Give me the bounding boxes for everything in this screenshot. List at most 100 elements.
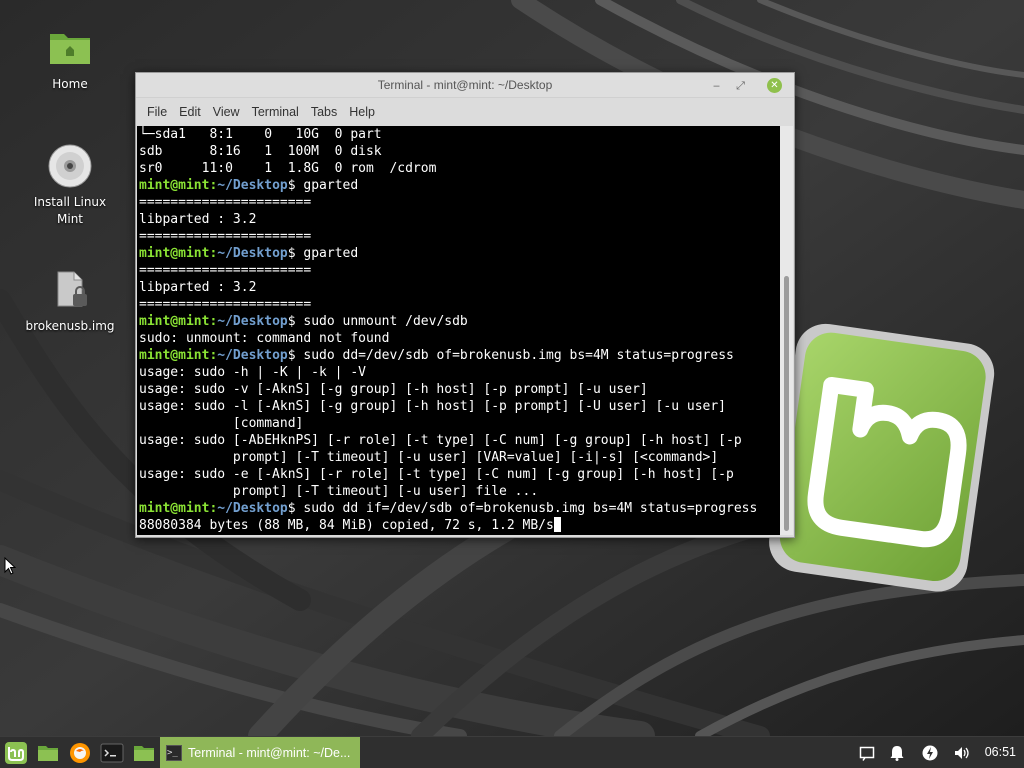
prompt-path: ~/Desktop [217,178,288,193]
terminal-command-line: mint@mint:~/Desktop$ sudo dd if=/dev/sdb… [139,500,778,517]
terminal-output-line: sdb 8:16 1 100M 0 disk [139,143,778,160]
prompt-path: ~/Desktop [217,501,288,516]
line-text: libparted : 3.2 [139,212,257,227]
terminal-command-line: mint@mint:~/Desktop$ sudo dd=/dev/sdb of… [139,347,778,364]
prompt-user: mint@mint [139,178,210,193]
terminal-icon[interactable] [100,741,124,765]
terminal-window[interactable]: Terminal - mint@mint: ~/Desktop ‒ ⤢ ✕ Fi… [135,72,795,538]
prompt-user: mint@mint [139,501,210,516]
menu-terminal[interactable]: Terminal [246,105,305,119]
firefox-icon[interactable] [68,741,92,765]
minimize-icon[interactable]: ‒ [709,78,724,93]
taskbar-window-terminal[interactable]: >_ Terminal - mint@mint: ~/De... [160,737,360,768]
prompt-dollar: $ [287,246,296,261]
scrollbar[interactable] [780,126,793,535]
terminal-output-line: usage: sudo -h | -K | -k | -V [139,364,778,381]
prompt-dollar: $ [287,178,296,193]
terminal-cursor [553,517,561,532]
scrollbar-thumb[interactable] [784,276,789,531]
line-text: usage: sudo -v [-AknS] [-g group] [-h ho… [139,382,648,397]
window-title: Terminal - mint@mint: ~/Desktop [377,78,553,92]
power-icon[interactable] [922,745,938,761]
terminal-output-line: libparted : 3.2 [139,211,778,228]
prompt-path: ~/Desktop [217,246,288,261]
line-text: ====================== [139,229,312,244]
line-text: usage: sudo -e [-AknS] [-r role] [-t typ… [139,467,734,482]
folder-icon[interactable] [132,741,156,765]
terminal-icon: >_ [166,745,182,761]
line-text: ====================== [139,263,312,278]
taskbar: >_ Terminal - mint@mint: ~/De... 06:51 [0,736,1024,768]
terminal-output-line: sr0 11:0 1 1.8G 0 rom /cdrom [139,160,778,177]
mint-logo-icon[interactable] [4,741,28,765]
terminal-output-line: ====================== [139,296,778,313]
desktop-icon-label: Home [52,77,88,91]
menu-edit[interactable]: Edit [173,105,207,119]
terminal-output-line: [command] [139,415,778,432]
line-text: sr0 11:0 1 1.8G 0 rom /cdrom [139,161,437,176]
prompt-user: mint@mint [139,314,210,329]
prompt-dollar: $ [287,501,296,516]
terminal-output-line: ====================== [139,194,778,211]
terminal-output-line: libparted : 3.2 [139,279,778,296]
desktop-icon-brokenusb-img[interactable]: brokenusb.img [20,266,120,335]
line-text: usage: sudo -h | -K | -k | -V [139,365,366,380]
prompt-path: ~/Desktop [217,314,288,329]
close-icon[interactable]: ✕ [767,78,782,93]
desktop-icon-label: Install Linux Mint [33,195,107,226]
terminal-output-line: prompt] [-T timeout] [-u user] file ... [139,483,778,500]
terminal-output-line: ====================== [139,262,778,279]
desktop-icon-install-linux-mint[interactable]: Install Linux Mint [20,142,120,228]
terminal-output-line: sudo: unmount: command not found [139,330,778,347]
line-text: usage: sudo -l [-AknS] [-g group] [-h ho… [139,399,726,414]
desktop-icon-home[interactable]: Home [20,24,120,93]
maximize-icon[interactable]: ⤢ [733,78,748,93]
line-text: sdb 8:16 1 100M 0 disk [139,144,382,159]
line-text: prompt] [-T timeout] [-u user] [VAR=valu… [139,450,719,465]
terminal-output-line: └─sda1 8:1 0 10G 0 part [139,126,778,143]
line-text: sudo: unmount: command not found [139,331,390,346]
terminal-output-line: usage: sudo -v [-AknS] [-g group] [-h ho… [139,381,778,398]
prompt-dollar: $ [287,348,296,363]
mouse-pointer-icon [4,556,17,579]
line-text: usage: sudo [-AbEHknPS] [-r role] [-t ty… [139,433,742,448]
desktop-icon-label: brokenusb.img [25,319,115,333]
volume-icon[interactable] [954,745,970,761]
folder-icon [46,24,94,72]
desktop-icon[interactable] [36,741,60,765]
menu-view[interactable]: View [207,105,246,119]
terminal-output[interactable]: └─sda1 8:1 0 10G 0 part sdb 8:16 1 100M 0… [137,126,780,535]
line-text: sudo unmount /dev/sdb [295,314,468,329]
terminal-output-line: usage: sudo -l [-AknS] [-g group] [-h ho… [139,398,778,415]
terminal-output-line: usage: sudo -e [-AknS] [-r role] [-t typ… [139,466,778,483]
task-label: Terminal - mint@mint: ~/De... [188,746,351,760]
window-titlebar[interactable]: Terminal - mint@mint: ~/Desktop ‒ ⤢ ✕ [136,73,794,98]
line-text: gparted [295,246,359,261]
prompt-user: mint@mint [139,348,210,363]
terminal-output-line: 88080384 bytes (88 MB, 84 MiB) copied, 7… [139,517,778,534]
menu-help[interactable]: Help [343,105,381,119]
terminal-output-line: usage: sudo [-AbEHknPS] [-r role] [-t ty… [139,432,778,449]
line-text: └─sda1 8:1 0 10G 0 part [139,127,382,142]
line-text: [command] [139,416,304,431]
terminal-command-line: mint@mint:~/Desktop$ gparted [139,245,778,262]
menu-tabs[interactable]: Tabs [305,105,343,119]
disc-icon [46,142,94,190]
prompt-path: ~/Desktop [217,348,288,363]
menu-file[interactable]: File [141,105,173,119]
line-text: ====================== [139,195,312,210]
terminal-output-line: prompt] [-T timeout] [-u user] [VAR=valu… [139,449,778,466]
line-text: ====================== [139,297,312,312]
terminal-output-line: ====================== [139,228,778,245]
notification-icon[interactable] [859,745,875,761]
clock[interactable]: 06:51 [985,745,1016,759]
terminal-command-line: mint@mint:~/Desktop$ sudo unmount /dev/s… [139,313,778,330]
prompt-user: mint@mint [139,246,210,261]
line-text: sudo dd if=/dev/sdb of=brokenusb.img bs=… [295,501,758,516]
bell-icon[interactable] [889,745,905,761]
line-text: sudo dd=/dev/sdb of=brokenusb.img bs=4M … [295,348,734,363]
menu-bar: File Edit View Terminal Tabs Help [136,98,794,125]
terminal-command-line: mint@mint:~/Desktop$ gparted [139,177,778,194]
prompt-dollar: $ [287,314,296,329]
line-text: 88080384 bytes (88 MB, 84 MiB) copied, 7… [139,518,554,533]
